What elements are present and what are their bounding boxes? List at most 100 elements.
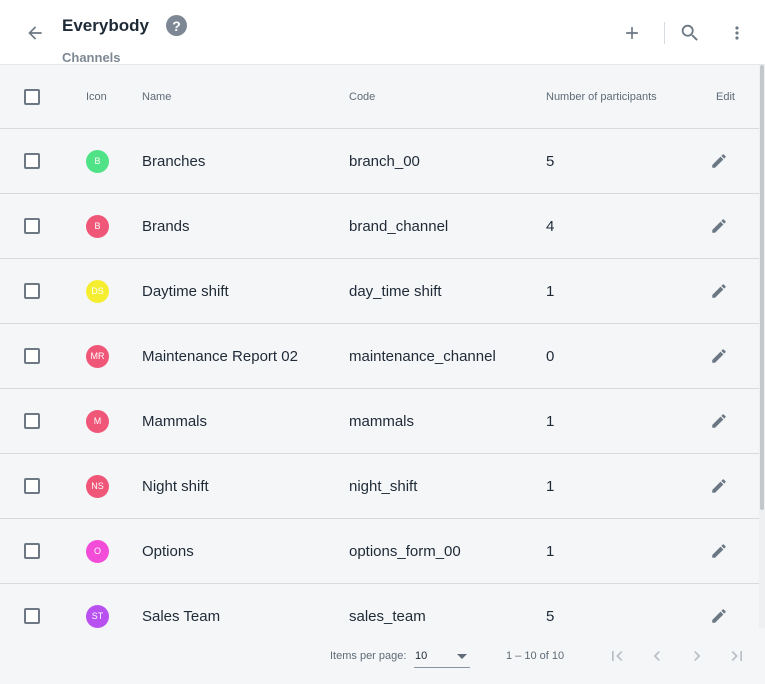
row-checkbox[interactable]: [24, 218, 40, 234]
participant-count: 0: [546, 347, 555, 365]
table-row[interactable]: MR Maintenance Report 02 maintenance_cha…: [0, 324, 759, 389]
channel-name: Night shift: [142, 477, 209, 495]
table-row[interactable]: ST Sales Team sales_team 5: [0, 584, 759, 628]
last-page-button[interactable]: [725, 644, 749, 668]
channel-avatar: B: [86, 149, 109, 173]
pencil-icon: [712, 219, 726, 233]
table-row[interactable]: DS Daytime shift day_time shift 1: [0, 259, 759, 324]
items-per-page-select[interactable]: 10: [414, 644, 470, 668]
help-icon[interactable]: ?: [166, 15, 187, 36]
table-scrollbar[interactable]: [759, 65, 765, 628]
channel-code: mammals: [349, 412, 415, 430]
chevron-right-icon: [694, 651, 701, 661]
channel-avatar: NS: [86, 474, 109, 498]
items-per-page-label: Items per page:: [330, 650, 407, 662]
column-header-participants[interactable]: Number of participants: [546, 91, 657, 103]
plus-icon: [626, 27, 638, 39]
search-button[interactable]: [677, 20, 703, 46]
channel-name: Brands: [142, 217, 190, 235]
channel-name: Daytime shift: [142, 282, 229, 300]
channel-code: branch_00: [349, 152, 420, 170]
edit-button[interactable]: [708, 605, 730, 627]
channel-avatar: M: [86, 409, 109, 433]
edit-button[interactable]: [708, 280, 730, 302]
pencil-icon: [712, 479, 726, 493]
participant-count: 5: [546, 152, 555, 170]
channel-name: Mammals: [142, 412, 208, 430]
back-button[interactable]: [22, 20, 48, 46]
participant-count: 1: [546, 477, 555, 495]
last-page-icon: [731, 651, 742, 661]
channel-avatar: ST: [86, 604, 109, 628]
column-header-code[interactable]: Code: [349, 91, 375, 103]
row-checkbox[interactable]: [24, 543, 40, 559]
arrow-back-icon: [28, 26, 42, 40]
channel-avatar: B: [86, 214, 109, 238]
table-row[interactable]: O Options options_form_00 1: [0, 519, 759, 584]
channel-avatar: DS: [86, 279, 109, 303]
edit-button[interactable]: [708, 150, 730, 172]
channel-name: Options: [142, 542, 194, 560]
channel-name: Maintenance Report 02: [142, 347, 298, 365]
channel-name: Branches: [142, 152, 206, 170]
search-icon: [681, 24, 698, 41]
table-row[interactable]: NS Night shift night_shift 1: [0, 454, 759, 519]
items-per-page-value: 10: [415, 650, 428, 662]
row-checkbox[interactable]: [24, 348, 40, 364]
first-page-icon: [612, 651, 623, 661]
channel-code: options_form_00: [349, 542, 461, 560]
channels-table: Icon Name Code Number of participants Ed…: [0, 65, 759, 628]
pencil-icon: [712, 414, 726, 428]
first-page-button[interactable]: [605, 644, 629, 668]
more-options-button[interactable]: [724, 20, 750, 46]
row-checkbox[interactable]: [24, 478, 40, 494]
channel-code: sales_team: [349, 607, 426, 625]
table-row[interactable]: B Branches branch_00 5: [0, 129, 759, 194]
page-title: Everybody: [62, 16, 149, 35]
next-page-button[interactable]: [685, 644, 709, 668]
edit-button[interactable]: [708, 345, 730, 367]
channel-code: maintenance_channel: [349, 347, 496, 365]
header-divider: [664, 22, 665, 44]
pencil-icon: [712, 349, 726, 363]
channel-code: night_shift: [349, 477, 418, 495]
pencil-icon: [712, 154, 726, 168]
channel-code: brand_channel: [349, 217, 449, 235]
edit-button[interactable]: [708, 410, 730, 432]
channel-avatar: O: [86, 539, 109, 563]
table-row[interactable]: M Mammals mammals 1: [0, 389, 759, 454]
channel-code: day_time shift: [349, 282, 442, 300]
column-header-edit: Edit: [716, 90, 735, 103]
participant-count: 5: [546, 607, 555, 625]
row-checkbox[interactable]: [24, 608, 40, 624]
table-row[interactable]: B Brands brand_channel 4: [0, 194, 759, 259]
paginator: Items per page: 10 1 – 10 of 10: [0, 628, 765, 684]
edit-button[interactable]: [708, 475, 730, 497]
dropdown-caret-icon: [457, 654, 467, 659]
channel-avatar: MR: [86, 344, 109, 368]
scrollbar-thumb[interactable]: [760, 65, 764, 510]
pencil-icon: [712, 609, 726, 623]
participant-count: 1: [546, 412, 555, 430]
row-checkbox[interactable]: [24, 153, 40, 169]
table-header-row: Icon Name Code Number of participants Ed…: [0, 65, 759, 129]
select-all-checkbox[interactable]: [24, 88, 40, 105]
page-range-label: 1 – 10 of 10: [506, 650, 565, 662]
chevron-left-icon: [653, 651, 660, 661]
row-checkbox[interactable]: [24, 283, 40, 299]
column-header-name[interactable]: Name: [142, 91, 171, 103]
page-header: Everybody ? Channels: [0, 0, 765, 65]
participant-count: 1: [546, 542, 555, 560]
add-button[interactable]: [619, 20, 645, 46]
breadcrumb: Channels: [62, 50, 121, 65]
column-header-icon[interactable]: Icon: [86, 91, 107, 103]
previous-page-button[interactable]: [645, 644, 669, 668]
edit-button[interactable]: [708, 215, 730, 237]
participant-count: 4: [546, 217, 555, 235]
channel-name: Sales Team: [142, 607, 221, 625]
participant-count: 1: [546, 282, 555, 300]
pencil-icon: [712, 544, 726, 558]
edit-button[interactable]: [708, 540, 730, 562]
pencil-icon: [712, 284, 726, 298]
row-checkbox[interactable]: [24, 413, 40, 429]
